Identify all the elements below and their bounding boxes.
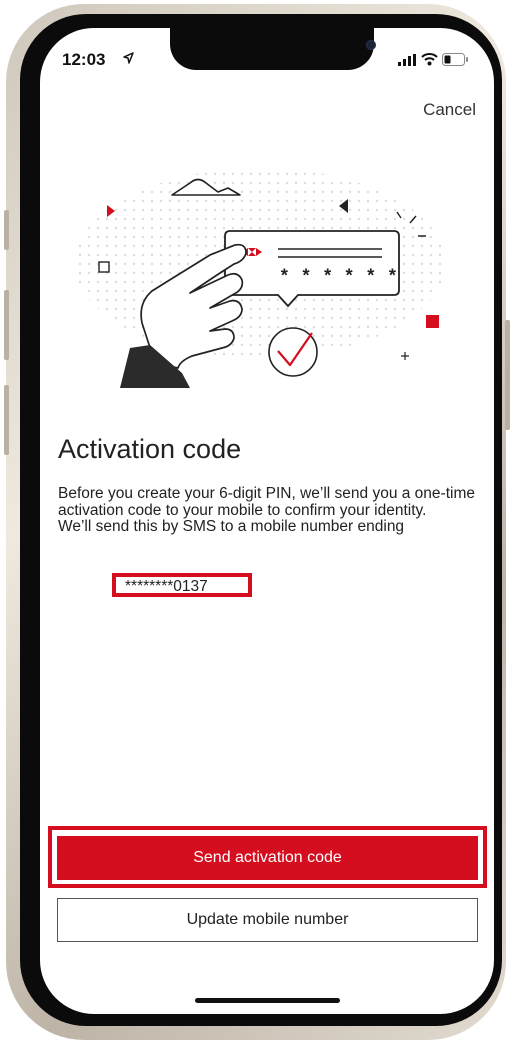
camera-icon: [366, 40, 376, 50]
masked-number-highlight: ********0137: [112, 573, 252, 597]
check-circle-icon: [268, 327, 318, 377]
volume-up-button: [4, 290, 9, 360]
power-button: [505, 320, 510, 430]
sms-paragraph: We’ll send this by SMS to a mobile numbe…: [58, 518, 405, 535]
notch: [170, 28, 376, 70]
intro-paragraph: Before you create your 6-digit PIN, we’l…: [58, 485, 475, 519]
masked-phone-number: ********0137: [125, 578, 208, 595]
app-screen: 12:03 Cancel * * * * * * Activation code…: [40, 28, 494, 1014]
body-text: Before you create your 6-digit PIN, we’l…: [58, 485, 478, 536]
battery-icon: [442, 53, 468, 66]
location-arrow-icon: [123, 52, 134, 64]
cancel-button[interactable]: Cancel: [423, 100, 476, 120]
send-activation-code-button[interactable]: Send activation code: [57, 836, 478, 880]
masked-code-text: * * * * * *: [279, 268, 398, 288]
update-mobile-number-button[interactable]: Update mobile number: [57, 898, 478, 942]
status-time: 12:03: [62, 50, 106, 69]
cellular-signal-icon: [398, 54, 416, 66]
home-indicator: [195, 998, 340, 1003]
message-bubble: * * * * * *: [224, 230, 400, 308]
page-title: Activation code: [58, 434, 242, 464]
volume-down-button: [4, 385, 9, 455]
wifi-icon: [421, 53, 438, 66]
activation-illustration: * * * * * *: [75, 168, 445, 388]
side-button: [4, 210, 9, 250]
